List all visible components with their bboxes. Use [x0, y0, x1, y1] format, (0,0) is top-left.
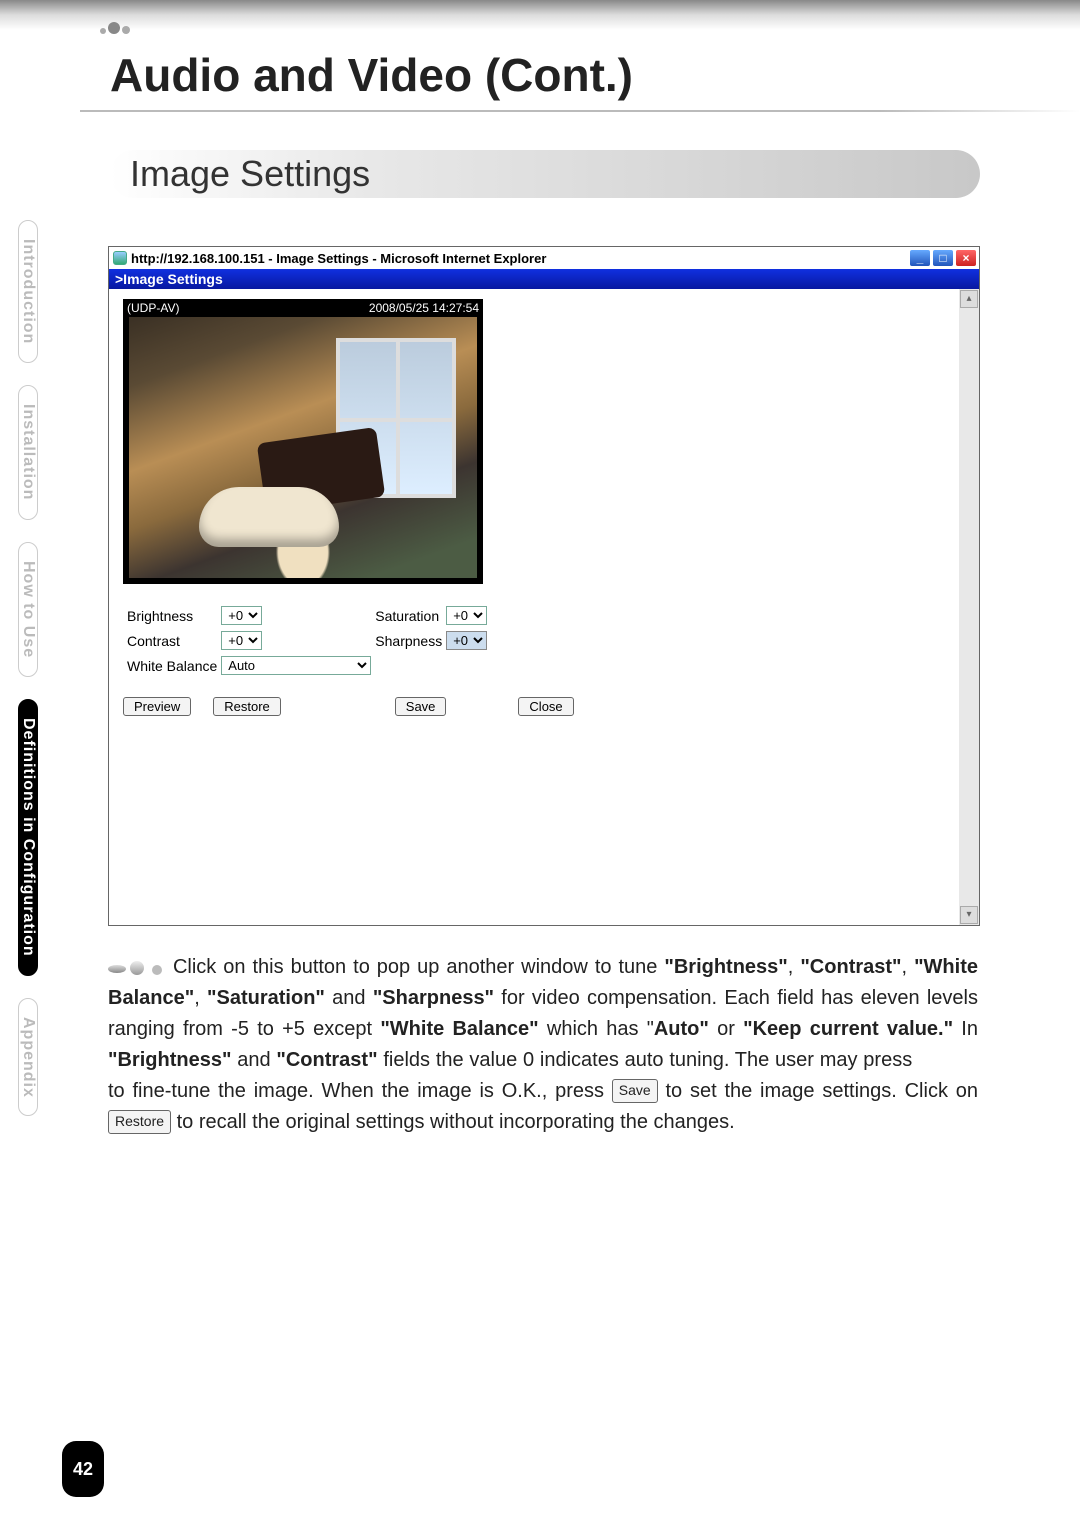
sidebar-item-introduction[interactable]: Introduction — [18, 220, 38, 363]
saturation-label: Saturation — [375, 606, 442, 625]
camera-label: (UDP-AV) — [127, 301, 179, 315]
sidebar-item-installation[interactable]: Installation — [18, 385, 38, 519]
description-paragraph: Click on this button to pop up another w… — [108, 952, 978, 1138]
screenshot-window: http://192.168.100.151 - Image Settings … — [108, 246, 980, 926]
bold-keep-current: "Keep current value." — [743, 1018, 953, 1040]
top-gradient — [0, 0, 1080, 30]
room-sofa-icon — [199, 487, 339, 547]
contrast-select[interactable]: +0 — [221, 631, 262, 650]
bold-saturation: "Saturation" — [207, 987, 325, 1009]
white-balance-label: White Balance — [127, 656, 217, 675]
white-balance-select[interactable]: Auto — [221, 656, 371, 675]
window-breadcrumb: >Image Settings — [109, 269, 979, 289]
brightness-select[interactable]: +0 — [221, 606, 262, 625]
bold-contrast-2: "Contrast" — [276, 1049, 377, 1071]
preview-button[interactable]: Preview — [123, 697, 191, 716]
page-number: 42 — [62, 1441, 104, 1497]
bold-contrast: "Contrast" — [800, 956, 901, 978]
window-body: (UDP-AV) 2008/05/25 14:27:54 Brightness … — [109, 289, 979, 925]
text: Click on this button to pop up another w… — [166, 956, 664, 978]
text: and — [325, 987, 373, 1009]
text: , — [902, 956, 915, 978]
text: to recall the original settings without … — [171, 1111, 735, 1133]
text: and — [231, 1049, 276, 1071]
bold-brightness: "Brightness" — [664, 956, 787, 978]
text: to set the image settings. Click on — [658, 1080, 978, 1102]
ie-icon — [113, 251, 127, 265]
text: In — [953, 1018, 978, 1040]
restore-button[interactable]: Restore — [213, 697, 281, 716]
window-titlebar: http://192.168.100.151 - Image Settings … — [109, 247, 979, 269]
decorative-dots — [100, 22, 130, 34]
saturation-select[interactable]: +0 — [446, 606, 487, 625]
sharpness-select[interactable]: +0 — [446, 631, 487, 650]
sidebar-item-appendix[interactable]: Appendix — [18, 998, 38, 1117]
text: , — [194, 987, 207, 1009]
bold-white-balance-2: "White Balance" — [380, 1018, 538, 1040]
section-heading: Image Settings — [110, 150, 980, 198]
sharpness-label: Sharpness — [375, 631, 442, 650]
sidebar-item-definitions[interactable]: Definitions in Configuration — [18, 699, 38, 976]
bold-brightness-2: "Brightness" — [108, 1049, 231, 1071]
image-controls: Brightness +0 Saturation +0 Contrast +0 … — [123, 600, 965, 716]
close-button[interactable]: Close — [518, 697, 573, 716]
bold-sharpness: "Sharpness" — [373, 987, 494, 1009]
sidebar: Introduction Installation How to Use Def… — [18, 220, 76, 1138]
text: which has " — [539, 1018, 654, 1040]
text: to fine-tune the image. When the image i… — [108, 1080, 612, 1102]
inline-save-button: Save — [612, 1079, 658, 1103]
text: , — [788, 956, 801, 978]
title-underline — [80, 110, 1080, 112]
close-icon[interactable]: × — [955, 249, 977, 267]
window-title: http://192.168.100.151 - Image Settings … — [131, 251, 546, 266]
inline-restore-button: Restore — [108, 1110, 171, 1134]
save-button[interactable]: Save — [395, 697, 447, 716]
sidebar-item-how-to-use[interactable]: How to Use — [18, 542, 38, 677]
bold-auto: Auto" — [654, 1018, 709, 1040]
image-tune-icon — [108, 959, 166, 975]
minimize-icon[interactable]: _ — [909, 249, 931, 267]
page-title: Audio and Video (Cont.) — [110, 48, 633, 102]
video-preview: (UDP-AV) 2008/05/25 14:27:54 — [123, 299, 483, 584]
contrast-label: Contrast — [127, 631, 217, 650]
text: or — [709, 1018, 743, 1040]
timestamp: 2008/05/25 14:27:54 — [369, 301, 479, 315]
maximize-icon[interactable]: □ — [932, 249, 954, 267]
text: fields the value 0 indicates auto tuning… — [378, 1049, 918, 1071]
brightness-label: Brightness — [127, 606, 217, 625]
